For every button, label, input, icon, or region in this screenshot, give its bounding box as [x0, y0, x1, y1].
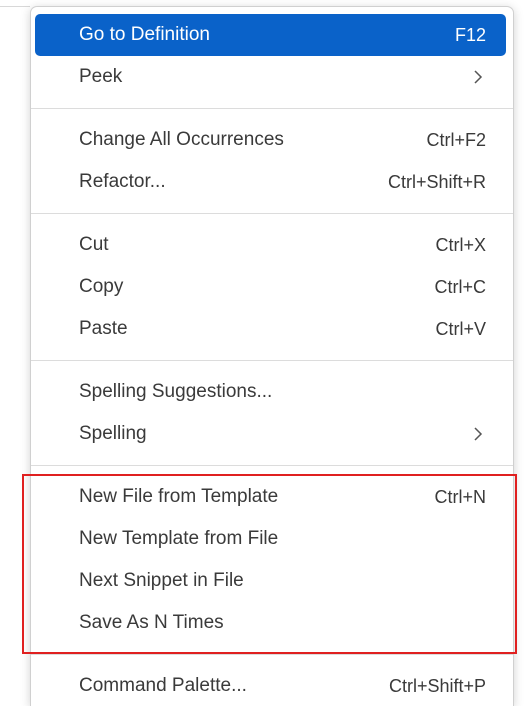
menu-item-label: Change All Occurrences: [79, 129, 284, 150]
menu-item-go-to-definition[interactable]: Go to Definition F12: [35, 14, 506, 56]
menu-item-label: Refactor...: [79, 171, 166, 192]
menu-item-peek[interactable]: Peek: [35, 56, 506, 98]
menu-item-refactor[interactable]: Refactor... Ctrl+Shift+R: [35, 161, 506, 203]
menu-item-label: Spelling: [79, 423, 147, 444]
menu-item-label: Command Palette...: [79, 675, 247, 696]
menu-separator: [31, 213, 513, 214]
menu-item-change-all-occurrences[interactable]: Change All Occurrences Ctrl+F2: [35, 119, 506, 161]
menu-item-label: Peek: [79, 66, 123, 87]
menu-item-shortcut: Ctrl+V: [435, 318, 486, 339]
chevron-right-icon: [470, 426, 486, 442]
menu-separator: [31, 108, 513, 109]
menu-separator: [31, 360, 513, 361]
menu-item-shortcut: Ctrl+X: [435, 234, 486, 255]
menu-item-command-palette[interactable]: Command Palette... Ctrl+Shift+P: [35, 665, 506, 706]
menu-item-shortcut: F12: [454, 24, 486, 45]
menu-item-shortcut: Ctrl+Shift+P: [388, 675, 486, 696]
menu-item-label: Go to Definition: [79, 24, 210, 45]
menu-item-save-as-n-times[interactable]: Save As N Times: [35, 602, 506, 644]
menu-item-spelling[interactable]: Spelling: [35, 413, 506, 455]
menu-item-label: Cut: [79, 234, 109, 255]
chevron-right-icon: [470, 69, 486, 85]
editor-rule: [0, 6, 30, 7]
menu-separator: [31, 654, 513, 655]
menu-item-shortcut: Ctrl+N: [434, 486, 486, 507]
menu-item-spelling-suggestions[interactable]: Spelling Suggestions...: [35, 371, 506, 413]
screen: Go to Definition F12 Peek Change All Occ…: [0, 0, 526, 706]
menu-item-label: Next Snippet in File: [79, 570, 244, 591]
menu-item-paste[interactable]: Paste Ctrl+V: [35, 308, 506, 350]
menu-item-label: Spelling Suggestions...: [79, 381, 273, 402]
menu-item-label: Paste: [79, 318, 128, 339]
menu-item-label: Save As N Times: [79, 612, 224, 633]
menu-item-shortcut: Ctrl+Shift+R: [387, 171, 486, 192]
menu-item-label: New File from Template: [79, 486, 279, 507]
context-menu: Go to Definition F12 Peek Change All Occ…: [30, 6, 514, 706]
menu-item-label: Copy: [79, 276, 124, 297]
menu-item-label: New Template from File: [79, 528, 279, 549]
menu-item-copy[interactable]: Copy Ctrl+C: [35, 266, 506, 308]
menu-separator: [31, 465, 513, 466]
menu-item-next-snippet-in-file[interactable]: Next Snippet in File: [35, 560, 506, 602]
menu-item-shortcut: Ctrl+C: [434, 276, 486, 297]
menu-item-cut[interactable]: Cut Ctrl+X: [35, 224, 506, 266]
menu-item-shortcut: Ctrl+F2: [426, 129, 486, 150]
menu-item-new-file-from-template[interactable]: New File from Template Ctrl+N: [35, 476, 506, 518]
menu-item-new-template-from-file[interactable]: New Template from File: [35, 518, 506, 560]
